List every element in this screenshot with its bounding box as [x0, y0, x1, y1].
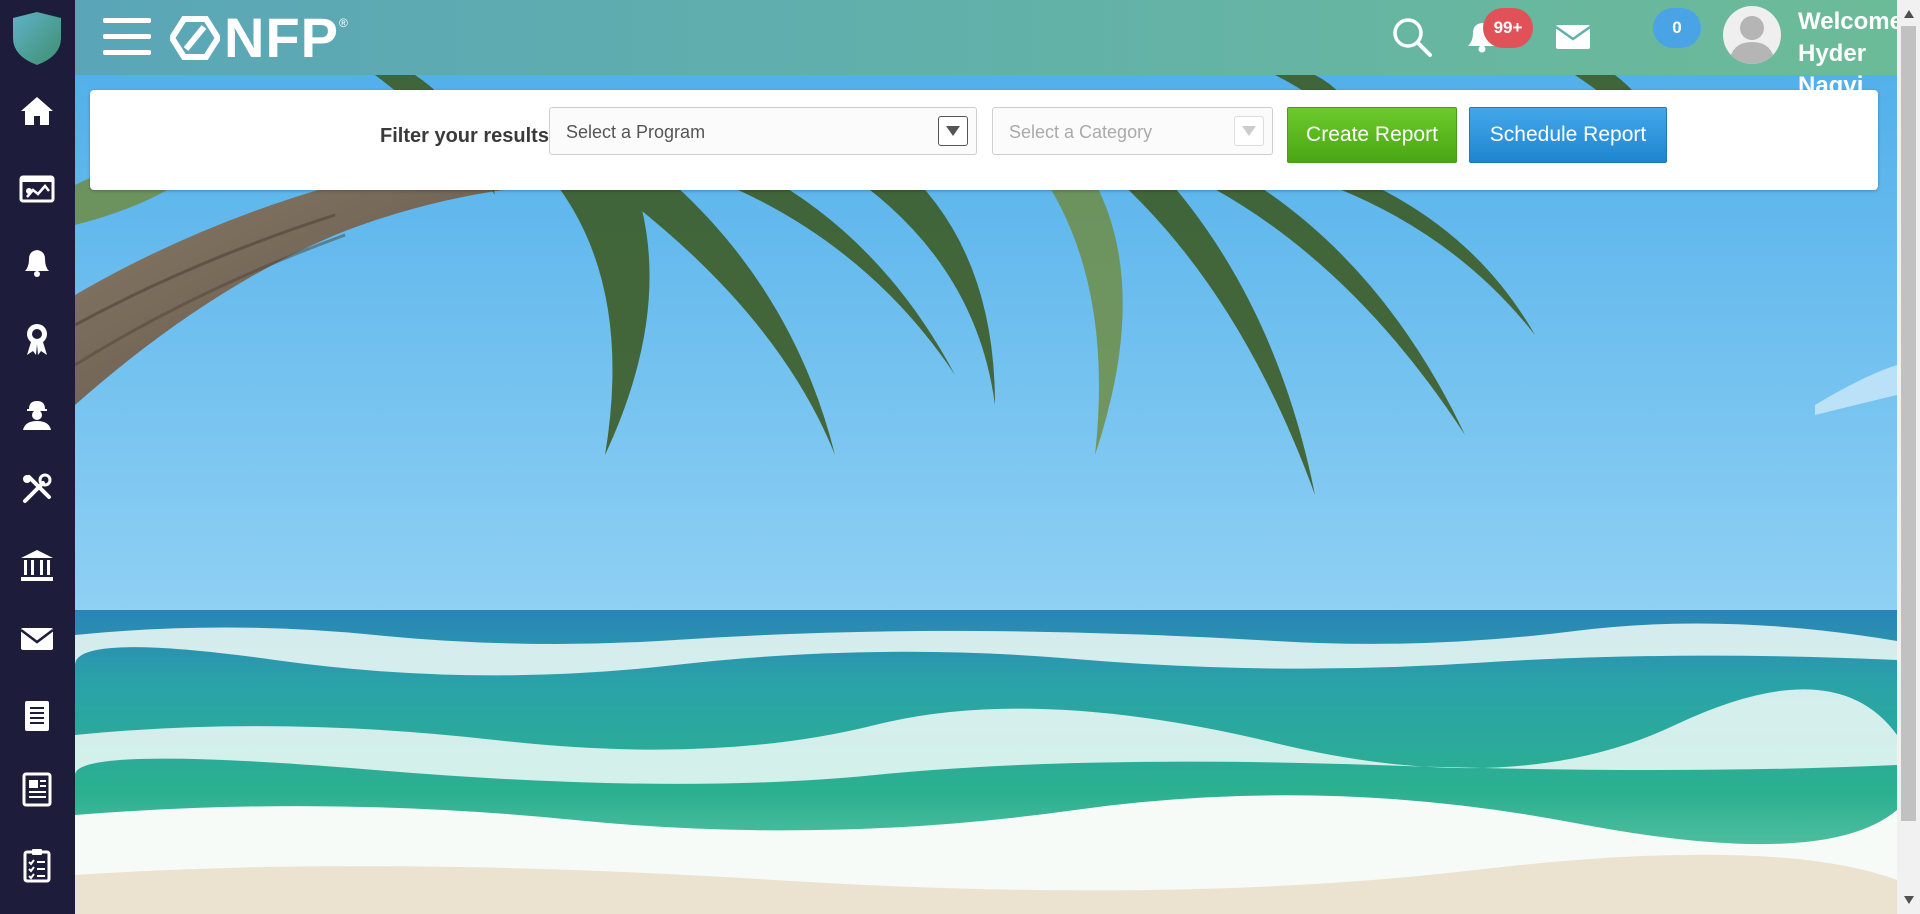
registered-mark: ® — [339, 16, 348, 30]
message-count-badge[interactable]: 0 — [1653, 8, 1701, 48]
scrollbar-thumb[interactable] — [1901, 26, 1916, 821]
notepad-icon[interactable] — [16, 694, 58, 736]
left-sidebar — [0, 0, 75, 914]
award-icon[interactable] — [16, 318, 58, 360]
program-select[interactable]: Select a Program — [549, 107, 977, 155]
document-icon[interactable] — [16, 768, 58, 810]
vertical-scrollbar[interactable] — [1897, 0, 1920, 914]
category-select[interactable]: Select a Category — [992, 107, 1273, 155]
bank-icon[interactable] — [16, 544, 58, 586]
welcome-text: Welcome — [1798, 8, 1903, 35]
clipboard-icon[interactable] — [16, 844, 58, 886]
filter-label: Filter your results — [380, 125, 549, 147]
avatar-person-icon — [1729, 16, 1775, 64]
schedule-report-button[interactable]: Schedule Report — [1469, 107, 1667, 163]
program-select-placeholder: Select a Program — [566, 122, 706, 142]
alerts-bell-icon[interactable] — [16, 242, 58, 284]
chevron-down-icon[interactable] — [1234, 116, 1264, 146]
beach-image — [75, 75, 1897, 914]
top-header: NFP ® 99+ 0 Welcome Hyder Naqvi — [75, 0, 1903, 99]
search-icon[interactable] — [1391, 16, 1433, 58]
scroll-up-arrow-icon[interactable] — [1897, 4, 1920, 24]
tools-icon[interactable] — [16, 468, 58, 510]
nfp-logo[interactable]: NFP ® — [170, 6, 348, 69]
nfp-logo-mark-icon — [170, 16, 220, 60]
messages-mail-icon[interactable] — [1555, 22, 1591, 52]
user-avatar[interactable] — [1723, 6, 1781, 64]
logo-text: NFP — [224, 6, 339, 69]
welcome-message[interactable]: Welcome Hyder Naqvi — [1798, 6, 1903, 102]
menu-hamburger-icon[interactable] — [103, 18, 151, 56]
create-report-button[interactable]: Create Report — [1287, 107, 1457, 163]
background-scene — [75, 75, 1897, 914]
notification-count-badge[interactable]: 99+ — [1483, 8, 1533, 48]
home-icon[interactable] — [16, 90, 58, 132]
scroll-down-arrow-icon[interactable] — [1897, 890, 1920, 910]
category-select-placeholder: Select a Category — [1009, 122, 1153, 142]
worker-icon[interactable] — [16, 394, 58, 436]
shield-logo-icon[interactable] — [11, 10, 63, 66]
report-filter-panel: Filter your results Select a Program Sel… — [90, 90, 1878, 190]
mail-icon[interactable] — [16, 618, 58, 660]
chevron-down-icon[interactable] — [938, 116, 968, 146]
dashboard-icon[interactable] — [16, 168, 58, 210]
